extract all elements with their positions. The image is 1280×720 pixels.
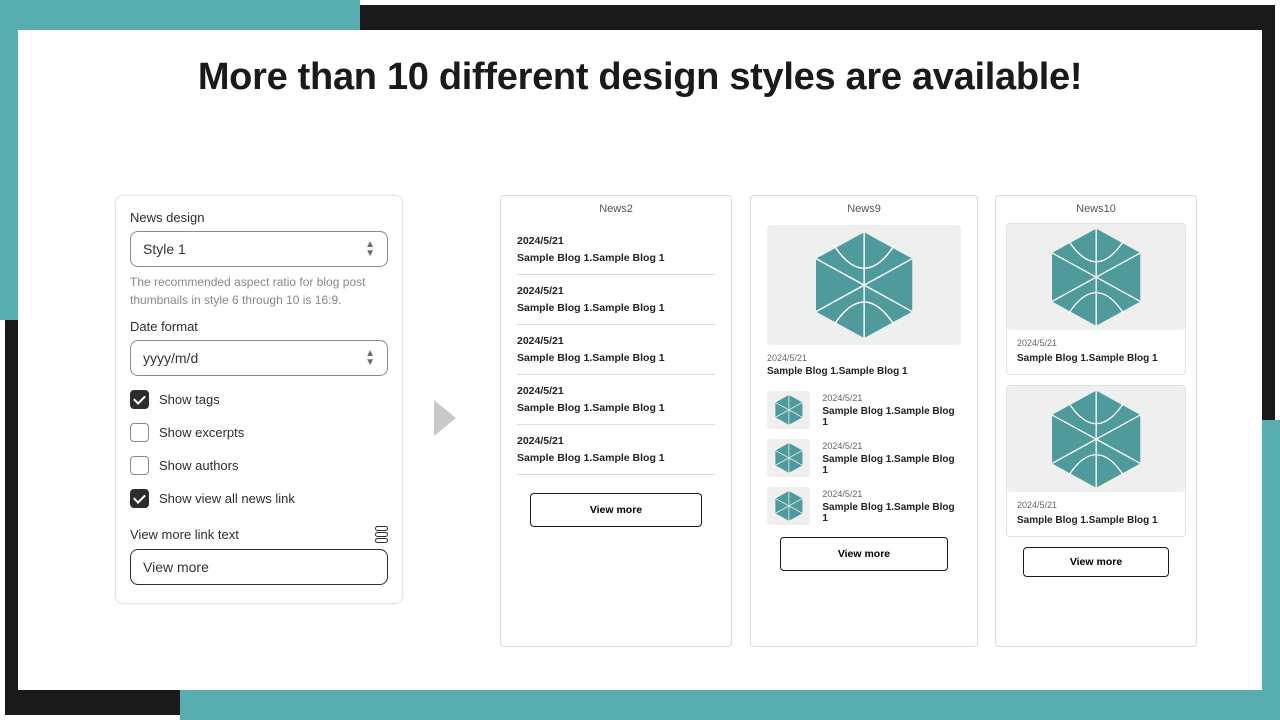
view-more-button[interactable]: View more [1023,547,1169,577]
news-design-label: News design [130,210,388,225]
show-authors-label: Show authors [159,458,239,473]
view-more-button[interactable]: View more [530,493,702,527]
list-item[interactable]: 2024/5/21Sample Blog 1.Sample Blog 1 [767,391,961,429]
arrow-right-icon [434,400,456,436]
chevron-updown-icon: ▲▼ [365,240,375,258]
list-item[interactable]: 2024/5/21Sample Blog 1.Sample Blog 1 [767,439,961,477]
list-item[interactable]: 2024/5/21Sample Blog 1.Sample Blog 1 [517,275,715,325]
preview-news9: News9 2024/5/21 Sample Blog 1.Sample Blo… [750,195,978,647]
card-item[interactable]: 2024/5/21Sample Blog 1.Sample Blog 1 [1006,223,1186,375]
content-canvas: More than 10 different design styles are… [18,30,1262,690]
show-authors-row[interactable]: Show authors [130,456,388,475]
show-tags-row[interactable]: Show tags [130,390,388,409]
thumbnail-placeholder [767,487,810,525]
preview-title: News10 [996,196,1196,219]
preview-title: News2 [501,196,731,219]
card-item[interactable]: 2024/5/21Sample Blog 1.Sample Blog 1 [1006,385,1186,537]
list-item[interactable]: 2024/5/21Sample Blog 1.Sample Blog 1 [517,325,715,375]
news-design-help: The recommended aspect ratio for blog po… [130,273,388,309]
checkbox-checked-icon[interactable] [130,390,149,409]
preview-news2: News2 2024/5/21Sample Blog 1.Sample Blog… [500,195,732,647]
chevron-updown-icon: ▲▼ [365,349,375,367]
show-view-all-label: Show view all news link [159,491,295,506]
page-root: More than 10 different design styles are… [0,0,1280,720]
view-more-input[interactable]: View more [130,549,388,585]
settings-panel: News design Style 1 ▲▼ The recommended a… [115,195,403,604]
preview-title: News9 [751,196,977,219]
view-more-link-label: View more link text [130,527,239,542]
thumbnail-placeholder [767,225,961,345]
checkbox-checked-icon[interactable] [130,489,149,508]
list-item[interactable]: 2024/5/21Sample Blog 1.Sample Blog 1 [767,487,961,525]
thumbnail-placeholder [1007,386,1185,492]
news-design-select[interactable]: Style 1 ▲▼ [130,231,388,267]
thumbnail-placeholder [1007,224,1185,330]
database-icon[interactable] [375,526,388,543]
show-excerpts-label: Show excerpts [159,425,244,440]
view-more-button[interactable]: View more [780,537,949,571]
news-design-value: Style 1 [143,241,186,257]
thumbnail-placeholder [767,391,810,429]
list-item[interactable]: 2024/5/21Sample Blog 1.Sample Blog 1 [517,425,715,475]
checkbox-unchecked-icon[interactable] [130,423,149,442]
page-title: More than 10 different design styles are… [18,56,1262,99]
date-format-value: yyyy/m/d [143,350,198,366]
list-item[interactable]: 2024/5/21Sample Blog 1.Sample Blog 1 [517,225,715,275]
checkbox-unchecked-icon[interactable] [130,456,149,475]
show-tags-label: Show tags [159,392,220,407]
list-item[interactable]: 2024/5/21Sample Blog 1.Sample Blog 1 [517,375,715,425]
date-format-label: Date format [130,319,388,334]
date-format-select[interactable]: yyyy/m/d ▲▼ [130,340,388,376]
show-view-all-row[interactable]: Show view all news link [130,489,388,508]
preview-news10: News10 2024/5/21Sample Blog 1.Sample Blo… [995,195,1197,647]
thumbnail-placeholder [767,439,810,477]
show-excerpts-row[interactable]: Show excerpts [130,423,388,442]
view-more-value: View more [143,559,209,575]
